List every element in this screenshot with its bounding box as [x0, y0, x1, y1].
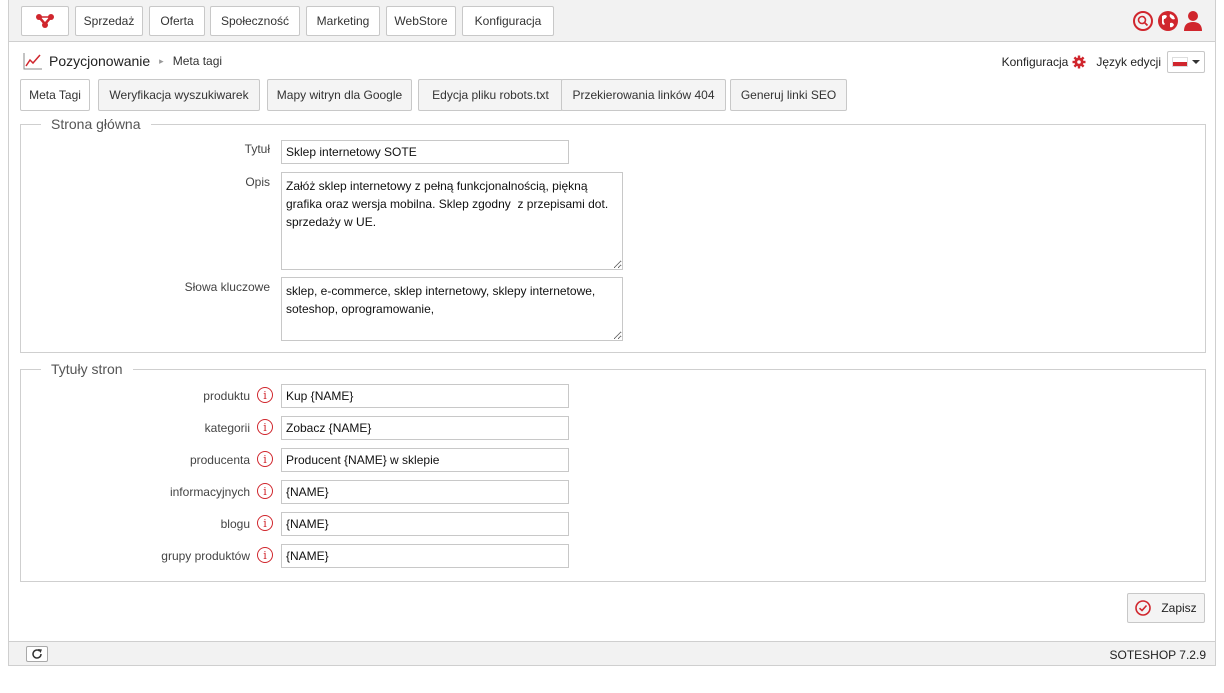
soteshop-logo-icon	[36, 14, 54, 28]
nav-sprzedaz[interactable]: Sprzedaż	[75, 6, 143, 36]
keywords-textarea[interactable]: sklep, e-commerce, sklep internetowy, sk…	[281, 277, 623, 341]
tab-weryfikacja[interactable]: Weryfikacja wyszukiwarek	[98, 79, 260, 111]
info-icon[interactable]: i	[257, 451, 273, 467]
info-pages-title-input[interactable]	[281, 480, 569, 504]
version-label: SOTESHOP 7.2.9	[1109, 648, 1207, 662]
nav-oferta[interactable]: Oferta	[149, 6, 205, 36]
breadcrumb-separator: ▸	[159, 55, 164, 66]
tab-przekierowania[interactable]: Przekierowania linków 404	[561, 79, 726, 111]
category-title-label: kategorii	[204, 421, 250, 435]
footer-bar: SOTESHOP 7.2.9	[9, 641, 1215, 666]
poland-flag-icon	[1172, 57, 1188, 67]
breadcrumb-section[interactable]: Pozycjonowanie	[49, 53, 150, 69]
product-groups-title-label: grupy produktów	[161, 549, 250, 563]
product-groups-title-input[interactable]	[281, 544, 569, 568]
tab-robots-txt[interactable]: Edycja pliku robots.txt	[418, 79, 563, 111]
search-icon[interactable]	[1132, 10, 1154, 32]
category-title-input[interactable]	[281, 416, 569, 440]
save-button[interactable]: Zapisz	[1127, 593, 1205, 623]
homepage-legend: Strona główna	[41, 116, 151, 132]
user-icon[interactable]	[1182, 10, 1204, 32]
app-window: Sprzedaż Oferta Społeczność Marketing We…	[8, 0, 1216, 666]
producer-title-input[interactable]	[281, 448, 569, 472]
tab-generuj-linki[interactable]: Generuj linki SEO	[730, 79, 847, 111]
producer-title-label: producenta	[189, 453, 250, 467]
keywords-label: Słowa kluczowe	[184, 280, 270, 294]
save-label: Zapisz	[1161, 601, 1197, 615]
blog-title-label: blogu	[220, 517, 250, 531]
info-icon[interactable]: i	[257, 419, 273, 435]
refresh-icon	[32, 649, 42, 659]
chart-line-icon	[23, 53, 42, 70]
breadcrumb-current: Meta tagi	[172, 54, 223, 68]
info-icon[interactable]: i	[257, 515, 273, 531]
page-toolbar: Konfiguracja Język edycji	[1002, 51, 1205, 73]
page-titles-legend: Tytuły stron	[41, 361, 133, 377]
info-icon[interactable]: i	[257, 547, 273, 563]
product-title-label: produktu	[203, 389, 250, 403]
gear-icon[interactable]	[1072, 55, 1086, 69]
product-title-input[interactable]	[281, 384, 569, 408]
info-icon[interactable]: i	[257, 387, 273, 403]
chevron-down-icon	[1192, 60, 1200, 64]
globe-icon[interactable]	[1157, 10, 1179, 32]
description-label: Opis	[245, 175, 270, 189]
title-label: Tytuł	[244, 142, 270, 156]
title-input[interactable]	[281, 140, 569, 164]
tab-meta-tagi[interactable]: Meta Tagi	[20, 79, 90, 111]
info-icon[interactable]: i	[257, 483, 273, 499]
tab-mapy-witryn[interactable]: Mapy witryn dla Google	[267, 79, 412, 111]
page-titles-fieldset: Tytuły stron produktu i kategorii i prod…	[20, 361, 1206, 582]
check-circle-icon	[1135, 600, 1152, 616]
homepage-fieldset: Strona główna Tytuł Opis Załóż sklep int…	[20, 116, 1206, 353]
config-link[interactable]: Konfiguracja	[1002, 55, 1069, 69]
description-textarea[interactable]: Załóż sklep internetowy z pełną funkcjon…	[281, 172, 623, 270]
logo-button[interactable]	[21, 6, 69, 36]
nav-webstore[interactable]: WebStore	[386, 6, 456, 36]
nav-spolecznosc[interactable]: Społeczność	[210, 6, 300, 36]
info-pages-title-label: informacyjnych	[169, 485, 250, 499]
nav-marketing[interactable]: Marketing	[306, 6, 380, 36]
blog-title-input[interactable]	[281, 512, 569, 536]
breadcrumb: Pozycjonowanie ▸ Meta tagi	[23, 50, 222, 72]
language-select[interactable]	[1167, 51, 1205, 73]
edit-language-label: Język edycji	[1096, 55, 1161, 69]
refresh-button[interactable]	[26, 646, 48, 662]
top-navigation: Sprzedaż Oferta Społeczność Marketing We…	[9, 0, 1215, 42]
nav-konfiguracja[interactable]: Konfiguracja	[462, 6, 554, 36]
